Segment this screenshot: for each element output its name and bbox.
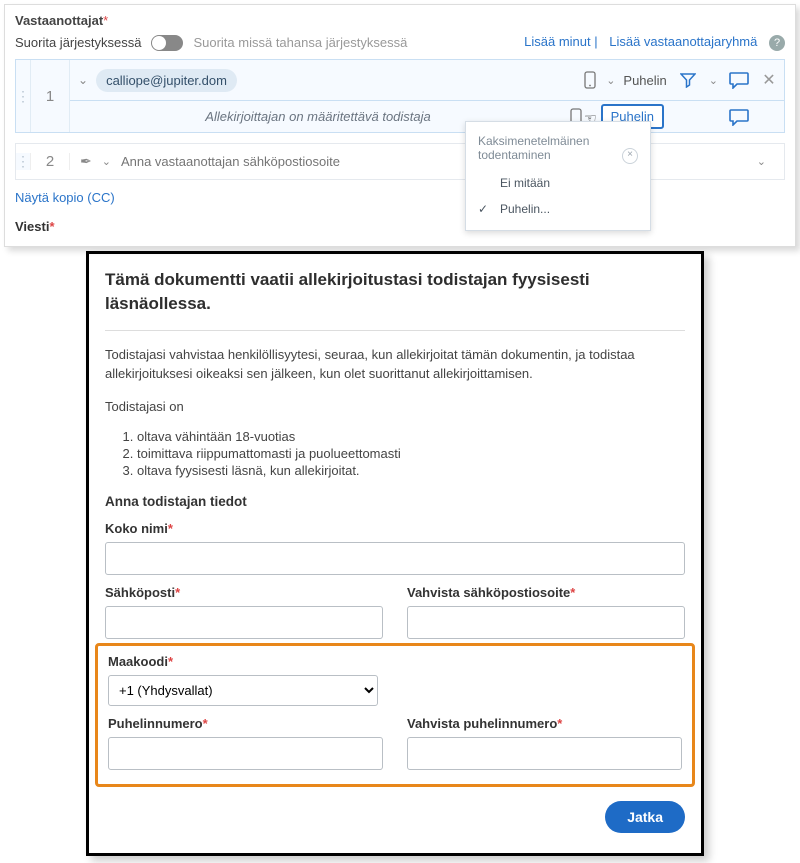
recipient-row-1: ⋮ 1 ⌄ calliope@jupiter.dom ⌄ Puhelin ⌄ ✕… — [15, 59, 785, 133]
email-label: Sähköposti — [105, 585, 175, 600]
remove-recipient-icon[interactable]: ✕ — [754, 70, 784, 90]
auth-method-label: Puhelin — [621, 73, 672, 88]
dropdown-title: Kaksimenetelmäinen todentaminen — [478, 134, 589, 162]
modal-description: Todistajasi vahvistaa henkilöllisyytesi,… — [105, 345, 685, 384]
email-confirm-input[interactable] — [407, 606, 685, 639]
recipient-row-2: ⋮ 2 ✒ ⌄ ⌄ — [15, 143, 785, 180]
order-label: Suorita järjestyksessä — [15, 35, 141, 50]
recipient-email-input[interactable] — [117, 144, 751, 179]
chevron-down-icon[interactable]: ⌄ — [70, 73, 96, 87]
dropdown-option-none[interactable]: Ei mitään — [466, 170, 650, 196]
requirement-item: oltava fyysisesti läsnä, kun allekirjoit… — [137, 463, 685, 478]
message-icon[interactable] — [724, 71, 754, 89]
modal-intro: Todistajasi on — [105, 397, 685, 417]
chevron-down-icon[interactable]: ⌄ — [703, 74, 724, 87]
any-order-label: Suorita missä tahansa järjestyksessä — [193, 35, 407, 50]
recipient-email-chip[interactable]: calliope@jupiter.dom — [96, 69, 237, 92]
fullname-label: Koko nimi — [105, 521, 168, 536]
section-heading: Anna todistajan tiedot — [105, 494, 685, 509]
add-me-link[interactable]: Lisää minut — [524, 34, 590, 49]
phone-highlight-box: Maakoodi* +1 (Yhdysvallat) Puhelinnumero… — [95, 643, 695, 787]
chevron-down-icon[interactable]: ⌄ — [600, 74, 621, 87]
country-label: Maakoodi — [108, 654, 168, 669]
fullname-input[interactable] — [105, 542, 685, 575]
row-number: 1 — [31, 60, 70, 132]
row-number: 2 — [31, 153, 70, 170]
requirement-item: toimittava riippumattomasti ja puolueett… — [137, 446, 685, 461]
show-cc-link[interactable]: Näytä kopio (CC) — [15, 190, 115, 205]
help-icon[interactable]: ? — [769, 35, 785, 51]
recipients-label: Vastaanottajat — [15, 13, 103, 28]
close-icon[interactable]: × — [622, 148, 638, 164]
chevron-down-icon[interactable]: ⌄ — [96, 155, 117, 168]
add-group-link[interactable]: Lisää vastaanottajaryhmä — [609, 34, 757, 49]
message-label: Viesti — [15, 219, 49, 234]
message-icon[interactable] — [724, 108, 754, 126]
order-toggle[interactable] — [151, 35, 183, 51]
witness-modal: Tämä dokumentti vaatii allekirjoitustasi… — [86, 251, 704, 856]
pen-icon[interactable]: ✒ — [76, 153, 96, 170]
phone-confirm-label: Vahvista puhelinnumero — [407, 716, 557, 731]
requirement-item: oltava vähintään 18-vuotias — [137, 429, 685, 444]
filter-icon[interactable] — [673, 72, 703, 88]
auth-dropdown: Kaksimenetelmäinen todentaminen × Ei mit… — [465, 121, 651, 231]
country-select[interactable]: +1 (Yhdysvallat) — [108, 675, 378, 706]
phone-confirm-input[interactable] — [407, 737, 682, 770]
drag-handle-icon[interactable]: ⋮ — [16, 60, 31, 132]
dropdown-option-phone[interactable]: Puhelin... — [466, 196, 650, 222]
phone-icon — [580, 71, 600, 89]
modal-title: Tämä dokumentti vaatii allekirjoitustasi… — [105, 268, 685, 316]
email-input[interactable] — [105, 606, 383, 639]
continue-button[interactable]: Jatka — [605, 801, 685, 833]
required-star: * — [49, 219, 54, 234]
required-star: * — [103, 13, 108, 28]
chevron-down-icon[interactable]: ⌄ — [751, 155, 772, 168]
phone-label: Puhelinnumero — [108, 716, 203, 731]
drag-handle-icon[interactable]: ⋮ — [16, 153, 31, 170]
phone-input[interactable] — [108, 737, 383, 770]
email-confirm-label: Vahvista sähköpostiosoite — [407, 585, 570, 600]
